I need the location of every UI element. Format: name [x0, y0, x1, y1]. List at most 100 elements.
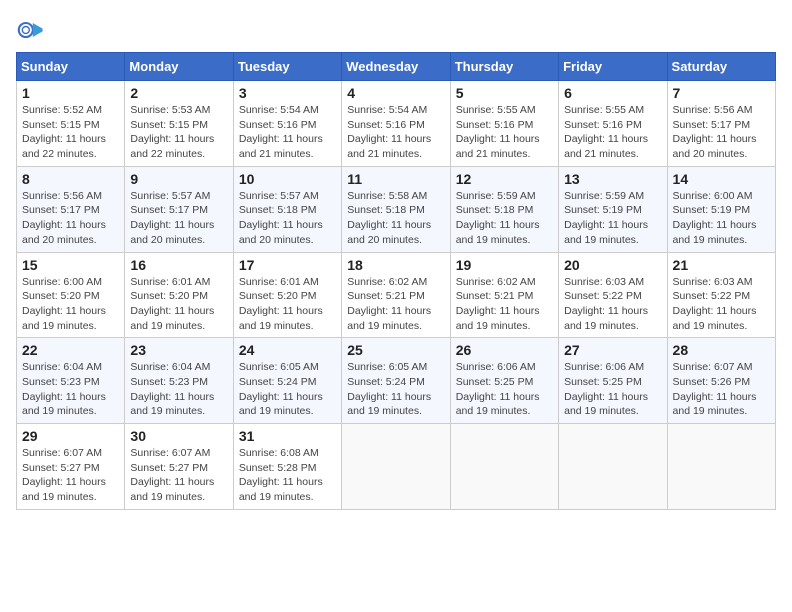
day-number: 21: [673, 257, 770, 273]
day-info: Sunrise: 5:55 AM Sunset: 5:16 PM Dayligh…: [564, 103, 661, 162]
day-number: 3: [239, 85, 336, 101]
day-number: 26: [456, 342, 553, 358]
calendar-cell: 15Sunrise: 6:00 AM Sunset: 5:20 PM Dayli…: [17, 252, 125, 338]
calendar-cell: [342, 424, 450, 510]
day-number: 7: [673, 85, 770, 101]
calendar-cell: 20Sunrise: 6:03 AM Sunset: 5:22 PM Dayli…: [559, 252, 667, 338]
day-header-saturday: Saturday: [667, 53, 775, 81]
day-number: 22: [22, 342, 119, 358]
day-number: 14: [673, 171, 770, 187]
calendar-week-2: 8 Sunrise: 5:56 AM Sunset: 5:17 PM Daylig…: [17, 166, 776, 252]
day-number: 27: [564, 342, 661, 358]
day-number: 1: [22, 85, 119, 101]
day-number: 8: [22, 171, 119, 187]
page-header: [16, 16, 776, 44]
calendar-cell: 7 Sunrise: 5:56 AM Sunset: 5:17 PM Daylig…: [667, 81, 775, 167]
calendar-cell: 30 Sunrise: 6:07 AM Sunset: 5:27 PM Dayli…: [125, 424, 233, 510]
day-number: 30: [130, 428, 227, 444]
calendar-cell: 9Sunrise: 5:57 AM Sunset: 5:17 PM Daylig…: [125, 166, 233, 252]
logo-icon: [16, 16, 44, 44]
calendar-cell: 12Sunrise: 5:59 AM Sunset: 5:18 PM Dayli…: [450, 166, 558, 252]
day-info: Sunrise: 5:59 AM Sunset: 5:19 PM Dayligh…: [564, 189, 661, 248]
day-info: Sunrise: 5:54 AM Sunset: 5:16 PM Dayligh…: [347, 103, 444, 162]
day-info: Sunrise: 5:58 AM Sunset: 5:18 PM Dayligh…: [347, 189, 444, 248]
day-info: Sunrise: 6:00 AM Sunset: 5:19 PM Dayligh…: [673, 189, 770, 248]
calendar-cell: 26 Sunrise: 6:06 AM Sunset: 5:25 PM Dayli…: [450, 338, 558, 424]
day-header-sunday: Sunday: [17, 53, 125, 81]
day-info: Sunrise: 6:02 AM Sunset: 5:21 PM Dayligh…: [347, 275, 444, 334]
day-number: 29: [22, 428, 119, 444]
calendar-cell: 6 Sunrise: 5:55 AM Sunset: 5:16 PM Daylig…: [559, 81, 667, 167]
calendar-cell: 19 Sunrise: 6:02 AM Sunset: 5:21 PM Dayli…: [450, 252, 558, 338]
calendar-cell: 4 Sunrise: 5:54 AM Sunset: 5:16 PM Daylig…: [342, 81, 450, 167]
calendar-cell: 18 Sunrise: 6:02 AM Sunset: 5:21 PM Dayli…: [342, 252, 450, 338]
calendar-body: 1Sunrise: 5:52 AM Sunset: 5:15 PM Daylig…: [17, 81, 776, 510]
day-number: 24: [239, 342, 336, 358]
day-info: Sunrise: 6:08 AM Sunset: 5:28 PM Dayligh…: [239, 446, 336, 505]
day-info: Sunrise: 5:59 AM Sunset: 5:18 PM Dayligh…: [456, 189, 553, 248]
day-info: Sunrise: 5:56 AM Sunset: 5:17 PM Dayligh…: [22, 189, 119, 248]
calendar-cell: 23Sunrise: 6:04 AM Sunset: 5:23 PM Dayli…: [125, 338, 233, 424]
day-info: Sunrise: 6:06 AM Sunset: 5:25 PM Dayligh…: [456, 360, 553, 419]
day-number: 15: [22, 257, 119, 273]
calendar-cell: 2Sunrise: 5:53 AM Sunset: 5:15 PM Daylig…: [125, 81, 233, 167]
day-info: Sunrise: 5:55 AM Sunset: 5:16 PM Dayligh…: [456, 103, 553, 162]
day-info: Sunrise: 6:04 AM Sunset: 5:23 PM Dayligh…: [22, 360, 119, 419]
day-info: Sunrise: 5:57 AM Sunset: 5:17 PM Dayligh…: [130, 189, 227, 248]
day-number: 4: [347, 85, 444, 101]
day-number: 16: [130, 257, 227, 273]
day-header-thursday: Thursday: [450, 53, 558, 81]
day-number: 13: [564, 171, 661, 187]
day-number: 28: [673, 342, 770, 358]
calendar-cell: 11Sunrise: 5:58 AM Sunset: 5:18 PM Dayli…: [342, 166, 450, 252]
day-header-monday: Monday: [125, 53, 233, 81]
day-header-wednesday: Wednesday: [342, 53, 450, 81]
day-info: Sunrise: 5:56 AM Sunset: 5:17 PM Dayligh…: [673, 103, 770, 162]
calendar-cell: 3 Sunrise: 5:54 AM Sunset: 5:16 PM Daylig…: [233, 81, 341, 167]
day-number: 31: [239, 428, 336, 444]
day-info: Sunrise: 6:01 AM Sunset: 5:20 PM Dayligh…: [130, 275, 227, 334]
calendar-cell: 25 Sunrise: 6:05 AM Sunset: 5:24 PM Dayli…: [342, 338, 450, 424]
day-info: Sunrise: 6:04 AM Sunset: 5:23 PM Dayligh…: [130, 360, 227, 419]
calendar-table: SundayMondayTuesdayWednesdayThursdayFrid…: [16, 52, 776, 510]
calendar-cell: 8 Sunrise: 5:56 AM Sunset: 5:17 PM Daylig…: [17, 166, 125, 252]
calendar-cell: 22 Sunrise: 6:04 AM Sunset: 5:23 PM Dayli…: [17, 338, 125, 424]
header-row: SundayMondayTuesdayWednesdayThursdayFrid…: [17, 53, 776, 81]
calendar-header: SundayMondayTuesdayWednesdayThursdayFrid…: [17, 53, 776, 81]
day-number: 6: [564, 85, 661, 101]
calendar-cell: 1Sunrise: 5:52 AM Sunset: 5:15 PM Daylig…: [17, 81, 125, 167]
calendar-cell: 21 Sunrise: 6:03 AM Sunset: 5:22 PM Dayli…: [667, 252, 775, 338]
calendar-cell: 5 Sunrise: 5:55 AM Sunset: 5:16 PM Daylig…: [450, 81, 558, 167]
calendar-cell: 10 Sunrise: 5:57 AM Sunset: 5:18 PM Dayli…: [233, 166, 341, 252]
day-info: Sunrise: 6:07 AM Sunset: 5:27 PM Dayligh…: [22, 446, 119, 505]
calendar-cell: [559, 424, 667, 510]
day-info: Sunrise: 6:05 AM Sunset: 5:24 PM Dayligh…: [239, 360, 336, 419]
day-number: 18: [347, 257, 444, 273]
day-number: 19: [456, 257, 553, 273]
calendar-cell: 29 Sunrise: 6:07 AM Sunset: 5:27 PM Dayli…: [17, 424, 125, 510]
day-info: Sunrise: 5:57 AM Sunset: 5:18 PM Dayligh…: [239, 189, 336, 248]
day-info: Sunrise: 6:02 AM Sunset: 5:21 PM Dayligh…: [456, 275, 553, 334]
calendar-cell: 16 Sunrise: 6:01 AM Sunset: 5:20 PM Dayli…: [125, 252, 233, 338]
calendar-week-5: 29 Sunrise: 6:07 AM Sunset: 5:27 PM Dayli…: [17, 424, 776, 510]
day-number: 2: [130, 85, 227, 101]
day-info: Sunrise: 6:03 AM Sunset: 5:22 PM Dayligh…: [673, 275, 770, 334]
calendar-cell: 28Sunrise: 6:07 AM Sunset: 5:26 PM Dayli…: [667, 338, 775, 424]
day-number: 10: [239, 171, 336, 187]
day-info: Sunrise: 6:06 AM Sunset: 5:25 PM Dayligh…: [564, 360, 661, 419]
day-info: Sunrise: 5:54 AM Sunset: 5:16 PM Dayligh…: [239, 103, 336, 162]
day-number: 5: [456, 85, 553, 101]
day-header-friday: Friday: [559, 53, 667, 81]
calendar-cell: 14 Sunrise: 6:00 AM Sunset: 5:19 PM Dayli…: [667, 166, 775, 252]
calendar-cell: [450, 424, 558, 510]
day-number: 25: [347, 342, 444, 358]
day-header-tuesday: Tuesday: [233, 53, 341, 81]
calendar-cell: 27 Sunrise: 6:06 AM Sunset: 5:25 PM Dayli…: [559, 338, 667, 424]
day-info: Sunrise: 6:05 AM Sunset: 5:24 PM Dayligh…: [347, 360, 444, 419]
day-number: 17: [239, 257, 336, 273]
logo: [16, 16, 48, 44]
calendar-week-3: 15Sunrise: 6:00 AM Sunset: 5:20 PM Dayli…: [17, 252, 776, 338]
day-info: Sunrise: 6:01 AM Sunset: 5:20 PM Dayligh…: [239, 275, 336, 334]
calendar-cell: [667, 424, 775, 510]
day-info: Sunrise: 6:07 AM Sunset: 5:27 PM Dayligh…: [130, 446, 227, 505]
